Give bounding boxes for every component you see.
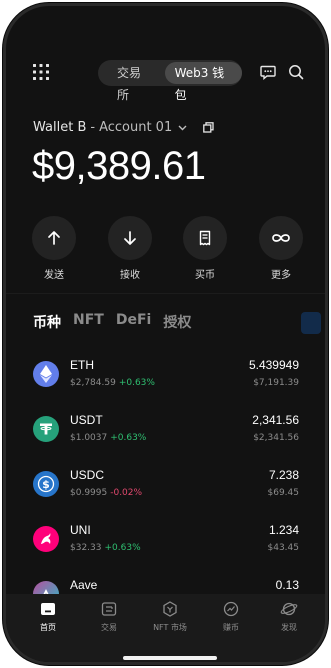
- nav-trade-label: 交易: [101, 623, 117, 632]
- segment-exchange[interactable]: 交易所: [107, 62, 161, 102]
- asset-value: $69.45: [267, 488, 300, 498]
- asset-price-line: $2,784.59 +0.63%: [70, 378, 155, 388]
- asset-symbol: USDC: [70, 468, 105, 482]
- asset-change: +0.63%: [104, 543, 141, 553]
- arrow-up-icon: [48, 231, 60, 245]
- nav-discover[interactable]: 发现: [264, 600, 314, 633]
- home-indicator[interactable]: [123, 656, 217, 660]
- uni-logo-icon: [33, 526, 59, 552]
- chevron-down-icon: [178, 125, 187, 130]
- top-bar: 交易所 Web3 钱包: [6, 58, 325, 102]
- account-separator: -: [90, 120, 96, 135]
- account-name: Account 01: [99, 120, 173, 135]
- send-label: 发送: [44, 270, 64, 281]
- asset-amount: 1.234: [268, 523, 299, 537]
- nav-nft-market[interactable]: NFT 市场: [145, 600, 195, 633]
- nav-earn[interactable]: 赚币: [206, 600, 256, 633]
- asset-symbol: Aave: [70, 578, 98, 592]
- send-button[interactable]: 发送: [24, 216, 84, 281]
- asset-price: $32.33: [70, 543, 102, 553]
- search-icon[interactable]: [288, 64, 304, 80]
- buy-label: 买币: [195, 270, 215, 281]
- asset-symbol: UNI: [70, 523, 91, 537]
- tab-defi[interactable]: DeFi: [116, 312, 151, 332]
- tab-nft[interactable]: NFT: [73, 312, 104, 332]
- quick-actions: 发送 接收 买币 更多: [6, 216, 325, 286]
- asset-symbol: USDT: [70, 413, 103, 427]
- home-icon: [41, 603, 55, 615]
- tab-overflow-indicator: [301, 312, 321, 334]
- asset-amount: 2,341.56: [252, 413, 299, 427]
- asset-change: -0.02%: [110, 488, 143, 498]
- asset-amount: 5.439949: [248, 358, 299, 372]
- nav-earn-label: 赚币: [223, 623, 239, 632]
- section-divider: [6, 293, 325, 294]
- tab-tokens[interactable]: 币种: [33, 312, 61, 332]
- asset-value: $7,191.39: [253, 378, 299, 388]
- receive-label: 接收: [120, 270, 140, 281]
- svg-text:$: $: [42, 478, 50, 491]
- more-button[interactable]: 更多: [251, 216, 311, 281]
- asset-price-line: $0.9995 -0.02%: [70, 488, 142, 498]
- usdc-logo-icon: $: [33, 471, 59, 497]
- buy-button[interactable]: 买币: [175, 216, 235, 281]
- copy-icon[interactable]: [203, 122, 214, 133]
- asset-price: $1.0037: [70, 433, 108, 443]
- mode-switch: 交易所 Web3 钱包: [98, 60, 242, 102]
- account-selector[interactable]: Wallet B - Account 01: [33, 120, 214, 135]
- segment-web3-wallet[interactable]: Web3 钱包: [164, 62, 242, 102]
- asset-row[interactable]: $ USDC $0.9995 -0.02% 7.238 $69.45: [6, 466, 325, 506]
- message-icon[interactable]: [260, 64, 276, 80]
- earn-icon: [223, 601, 239, 617]
- receive-button[interactable]: 接收: [100, 216, 160, 281]
- trade-icon: [101, 602, 117, 616]
- grid-menu-icon[interactable]: [33, 64, 49, 80]
- asset-price-line: $32.33 +0.63%: [70, 543, 141, 553]
- asset-amount: 0.13: [275, 578, 299, 592]
- receipt-icon: [199, 230, 211, 246]
- wallet-name: Wallet B: [33, 120, 87, 135]
- arrow-down-icon: [124, 231, 136, 245]
- asset-change: +0.63%: [118, 378, 155, 388]
- nft-market-icon: [163, 601, 177, 617]
- usdt-logo-icon: [33, 416, 59, 442]
- nav-home[interactable]: 首页: [23, 600, 73, 633]
- asset-price: $2,784.59: [70, 378, 116, 388]
- asset-value: $2,341.56: [253, 433, 299, 443]
- nav-home-label: 首页: [40, 623, 56, 632]
- asset-row[interactable]: ETH $2,784.59 +0.63% 5.439949 $7,191.39: [6, 356, 325, 396]
- nav-discover-label: 发现: [281, 623, 297, 632]
- total-balance: $9,389.61: [32, 144, 206, 188]
- asset-symbol: ETH: [70, 358, 94, 372]
- asset-price-line: $1.0037 +0.63%: [70, 433, 146, 443]
- bottom-nav: 首页 交易 NFT 市场 赚币 发现: [6, 594, 325, 662]
- asset-price: $0.9995: [70, 488, 108, 498]
- nav-nft-market-label: NFT 市场: [153, 623, 187, 632]
- more-label: 更多: [271, 270, 291, 281]
- asset-row[interactable]: UNI $32.33 +0.63% 1.234 $43.45: [6, 521, 325, 561]
- tab-approvals[interactable]: 授权: [163, 312, 191, 332]
- asset-amount: 7.238: [268, 468, 299, 482]
- phone-frame: 交易所 Web3 钱包 Wallet B - Account 01 $9,389…: [3, 3, 328, 665]
- discover-icon: [280, 602, 298, 616]
- asset-tabs: 币种 NFT DeFi 授权: [33, 312, 191, 332]
- asset-row[interactable]: USDT $1.0037 +0.63% 2,341.56 $2,341.56: [6, 411, 325, 451]
- eth-logo-icon: [33, 361, 59, 387]
- nav-trade[interactable]: 交易: [84, 600, 134, 633]
- infinity-icon: [272, 234, 290, 242]
- asset-change: +0.63%: [110, 433, 147, 443]
- asset-value: $43.45: [267, 543, 300, 553]
